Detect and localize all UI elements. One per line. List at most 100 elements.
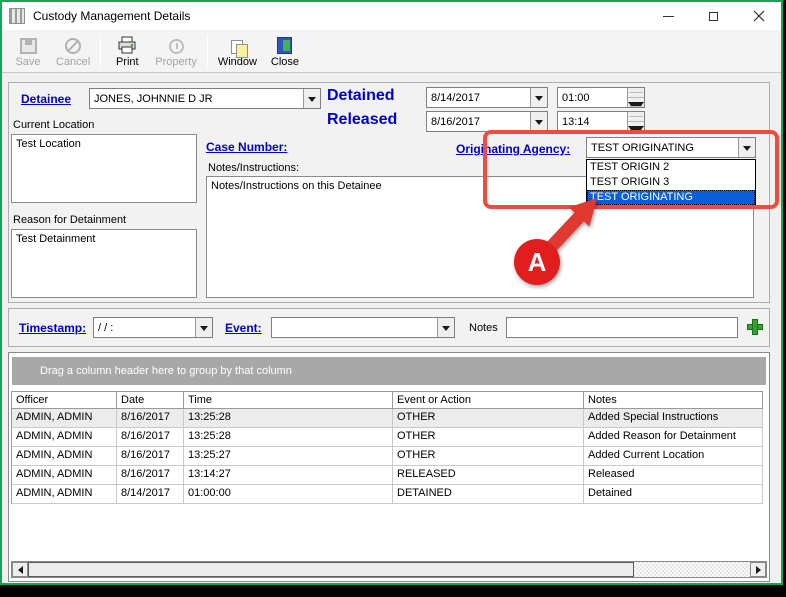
- table-cell: 13:14:27: [184, 466, 393, 485]
- horizontal-scrollbar[interactable]: [11, 561, 767, 578]
- close-button[interactable]: Close: [263, 32, 307, 70]
- maximize-icon: [709, 12, 718, 21]
- screenshot-stage: Custody Management Details Save Cancel: [0, 0, 786, 597]
- detainee-dropdown-icon[interactable]: [303, 89, 320, 108]
- table-cell: 8/16/2017: [117, 466, 184, 485]
- property-label: Property: [155, 56, 197, 68]
- window-button[interactable]: Window: [212, 32, 263, 70]
- table-cell: 01:00:00: [184, 485, 393, 504]
- column-header-event[interactable]: Event or Action: [393, 391, 584, 409]
- column-header-date[interactable]: Date: [117, 391, 184, 409]
- history-grid-panel: Drag a column header here to group by th…: [8, 352, 770, 582]
- close-window-button[interactable]: [736, 2, 781, 30]
- released-time-spin-buttons[interactable]: [627, 112, 644, 131]
- dropdown-option[interactable]: TEST ORIGINATING: [587, 190, 755, 205]
- table-cell: 8/16/2017: [117, 428, 184, 447]
- toolbar-separator: [100, 35, 101, 67]
- column-header-officer[interactable]: Officer: [11, 391, 117, 409]
- released-label: Released: [327, 111, 397, 129]
- table-cell: Added Current Location: [584, 447, 763, 466]
- table-row[interactable]: ADMIN, ADMIN8/14/201701:00:00DETAINEDDet…: [11, 485, 763, 504]
- released-date-dropdown-icon[interactable]: [530, 112, 547, 131]
- column-header-notes[interactable]: Notes: [584, 391, 763, 409]
- originating-agency-combo[interactable]: TEST ORIGINATING: [586, 137, 756, 158]
- detainee-form-panel: Detainee JONES, JOHNNIE D JR Detained Re…: [8, 82, 770, 303]
- reason-for-detainment-field[interactable]: Test Detainment: [11, 229, 197, 298]
- table-cell: OTHER: [393, 428, 584, 447]
- print-icon: [117, 36, 137, 54]
- save-icon: [20, 38, 37, 54]
- window-title: Custody Management Details: [33, 9, 190, 23]
- dropdown-option[interactable]: TEST ORIGIN 2: [587, 160, 755, 175]
- detainee-combo[interactable]: JONES, JOHNNIE D JR: [89, 88, 321, 109]
- detained-time-value: 01:00: [562, 92, 590, 104]
- close-icon: [753, 10, 765, 22]
- save-button[interactable]: Save: [6, 32, 50, 70]
- close-door-icon: [277, 37, 292, 54]
- column-header-time[interactable]: Time: [184, 391, 393, 409]
- table-cell: ADMIN, ADMIN: [11, 409, 117, 428]
- cancel-label: Cancel: [56, 56, 90, 68]
- timestamp-dropdown-icon[interactable]: [195, 318, 212, 337]
- scroll-right-button[interactable]: [750, 562, 766, 577]
- minimize-button[interactable]: [646, 2, 691, 30]
- timestamp-label: Timestamp:: [19, 321, 86, 335]
- table-cell: RELEASED: [393, 466, 584, 485]
- table-cell: OTHER: [393, 409, 584, 428]
- table-row[interactable]: ADMIN, ADMIN8/16/201713:25:28OTHERAdded …: [11, 428, 763, 447]
- table-row[interactable]: ADMIN, ADMIN8/16/201713:25:27OTHERAdded …: [11, 447, 763, 466]
- group-by-band[interactable]: Drag a column header here to group by th…: [12, 357, 766, 385]
- detained-date-dropdown-icon[interactable]: [530, 88, 547, 107]
- table-cell: Added Special Instructions: [584, 409, 763, 428]
- released-time-spinner[interactable]: 13:14: [557, 111, 645, 132]
- cancel-button[interactable]: Cancel: [50, 32, 96, 70]
- print-label: Print: [116, 56, 139, 68]
- table-cell: OTHER: [393, 447, 584, 466]
- notes-input[interactable]: [506, 317, 738, 338]
- table-cell: ADMIN, ADMIN: [11, 466, 117, 485]
- table-cell: Detained: [584, 485, 763, 504]
- table-cell: 8/16/2017: [117, 409, 184, 428]
- add-timestamp-button[interactable]: [747, 319, 763, 335]
- table-cell: 8/14/2017: [117, 485, 184, 504]
- released-time-value: 13:14: [562, 116, 590, 128]
- group-by-hint: Drag a column header here to group by th…: [40, 365, 292, 377]
- event-dropdown-icon[interactable]: [437, 318, 454, 337]
- table-cell: Released: [584, 466, 763, 485]
- event-combo[interactable]: [271, 317, 455, 338]
- current-location-field[interactable]: Test Location: [11, 134, 197, 203]
- detained-time-spin-buttons[interactable]: [627, 88, 644, 107]
- table-row[interactable]: ADMIN, ADMIN8/16/201713:14:27RELEASEDRel…: [11, 466, 763, 485]
- table-cell: 13:25:27: [184, 447, 393, 466]
- originating-agency-dropdown-icon[interactable]: [738, 138, 755, 157]
- originating-agency-dropdown-list: TEST ORIGIN 2TEST ORIGIN 3TEST ORIGINATI…: [586, 159, 756, 206]
- table-row[interactable]: ADMIN, ADMIN8/16/201713:25:28OTHERAdded …: [11, 409, 763, 428]
- scrollbar-thumb[interactable]: [28, 562, 634, 577]
- scroll-left-button[interactable]: [12, 562, 28, 577]
- timestamp-entry-panel: Timestamp: / / : Event: Notes: [8, 308, 770, 347]
- case-number-label: Case Number:: [206, 140, 287, 154]
- table-cell: ADMIN, ADMIN: [11, 485, 117, 504]
- event-label: Event:: [225, 321, 262, 335]
- originating-agency-value: TEST ORIGINATING: [591, 142, 694, 154]
- table-cell: 13:25:28: [184, 428, 393, 447]
- reason-for-detainment-label: Reason for Detainment: [13, 214, 126, 226]
- cancel-icon: [65, 38, 81, 54]
- title-bar: Custody Management Details: [2, 2, 781, 30]
- originating-agency-label: Originating Agency:: [456, 142, 570, 156]
- timestamp-combo[interactable]: / / :: [93, 317, 213, 338]
- current-location-label: Current Location: [13, 119, 94, 131]
- released-date-picker[interactable]: 8/16/2017: [426, 111, 548, 132]
- custody-management-window: Custody Management Details Save Cancel: [0, 0, 783, 585]
- detained-date-picker[interactable]: 8/14/2017: [426, 87, 548, 108]
- maximize-button[interactable]: [691, 2, 736, 30]
- detained-time-spinner[interactable]: 01:00: [557, 87, 645, 108]
- grid-header-row: Officer Date Time Event or Action Notes: [11, 391, 763, 409]
- dropdown-option[interactable]: TEST ORIGIN 3: [587, 175, 755, 190]
- notes-label: Notes: [469, 322, 498, 334]
- detained-label: Detained: [327, 87, 395, 105]
- history-grid: Officer Date Time Event or Action Notes …: [11, 391, 763, 504]
- property-button[interactable]: Property: [149, 32, 203, 70]
- print-button[interactable]: Print: [105, 32, 149, 70]
- timestamp-value: / / :: [98, 322, 113, 334]
